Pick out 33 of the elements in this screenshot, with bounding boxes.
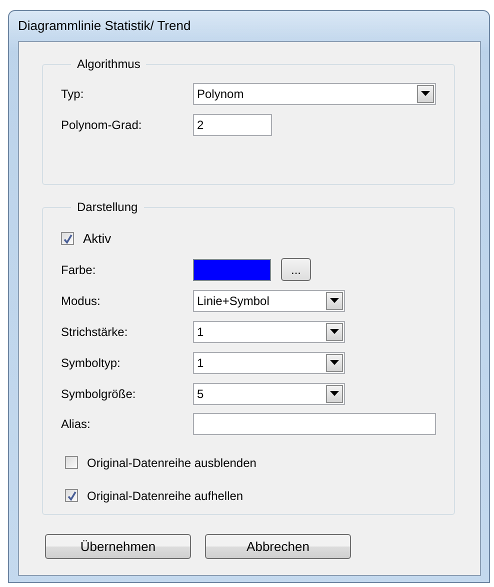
field-label: Farbe: (61, 262, 97, 278)
input-field[interactable]: 2 (193, 114, 272, 136)
checkbox[interactable] (65, 456, 78, 469)
field-label: Strichstärke: (61, 324, 129, 340)
caret-icon (326, 384, 343, 402)
checkbox[interactable] (65, 489, 78, 502)
input-field[interactable] (193, 412, 436, 434)
dropdown[interactable]: 5 (193, 382, 345, 404)
caret-icon (326, 322, 343, 340)
window-title: Diagrammlinie Statistik/ Trend (18, 17, 191, 36)
caret-icon (326, 292, 343, 310)
field-label: Symboltyp: (61, 354, 122, 372)
field-label: Polynom-Grad: (61, 116, 143, 134)
field-label: Modus: (61, 292, 102, 310)
checkbox-label: Original-Datenreihe aufhellen (87, 488, 244, 504)
cancel-button[interactable]: Abbrechen (205, 534, 351, 559)
color-picker-button[interactable]: ... (281, 258, 311, 281)
checkbox-label: Aktiv (83, 230, 112, 248)
checkbox-label: Original-Datenreihe ausblenden (87, 454, 256, 472)
dropdown[interactable]: 1 (193, 352, 345, 374)
color-swatch[interactable] (193, 258, 271, 280)
field-label: Typ: (61, 86, 85, 102)
group-title: Algorithmus (77, 57, 140, 71)
group-title: Darstellung (77, 200, 138, 214)
caret-icon (326, 354, 343, 372)
apply-button[interactable]: Übernehmen (45, 534, 191, 559)
dropdown[interactable]: Linie+Symbol (193, 290, 345, 312)
field-label: Symbolgröße: (61, 386, 137, 402)
checkbox[interactable] (61, 232, 74, 245)
caret-icon (417, 84, 434, 102)
field-label: Alias: (61, 416, 92, 432)
dropdown[interactable]: Polynom (193, 82, 436, 104)
dropdown[interactable]: 1 (193, 320, 345, 342)
